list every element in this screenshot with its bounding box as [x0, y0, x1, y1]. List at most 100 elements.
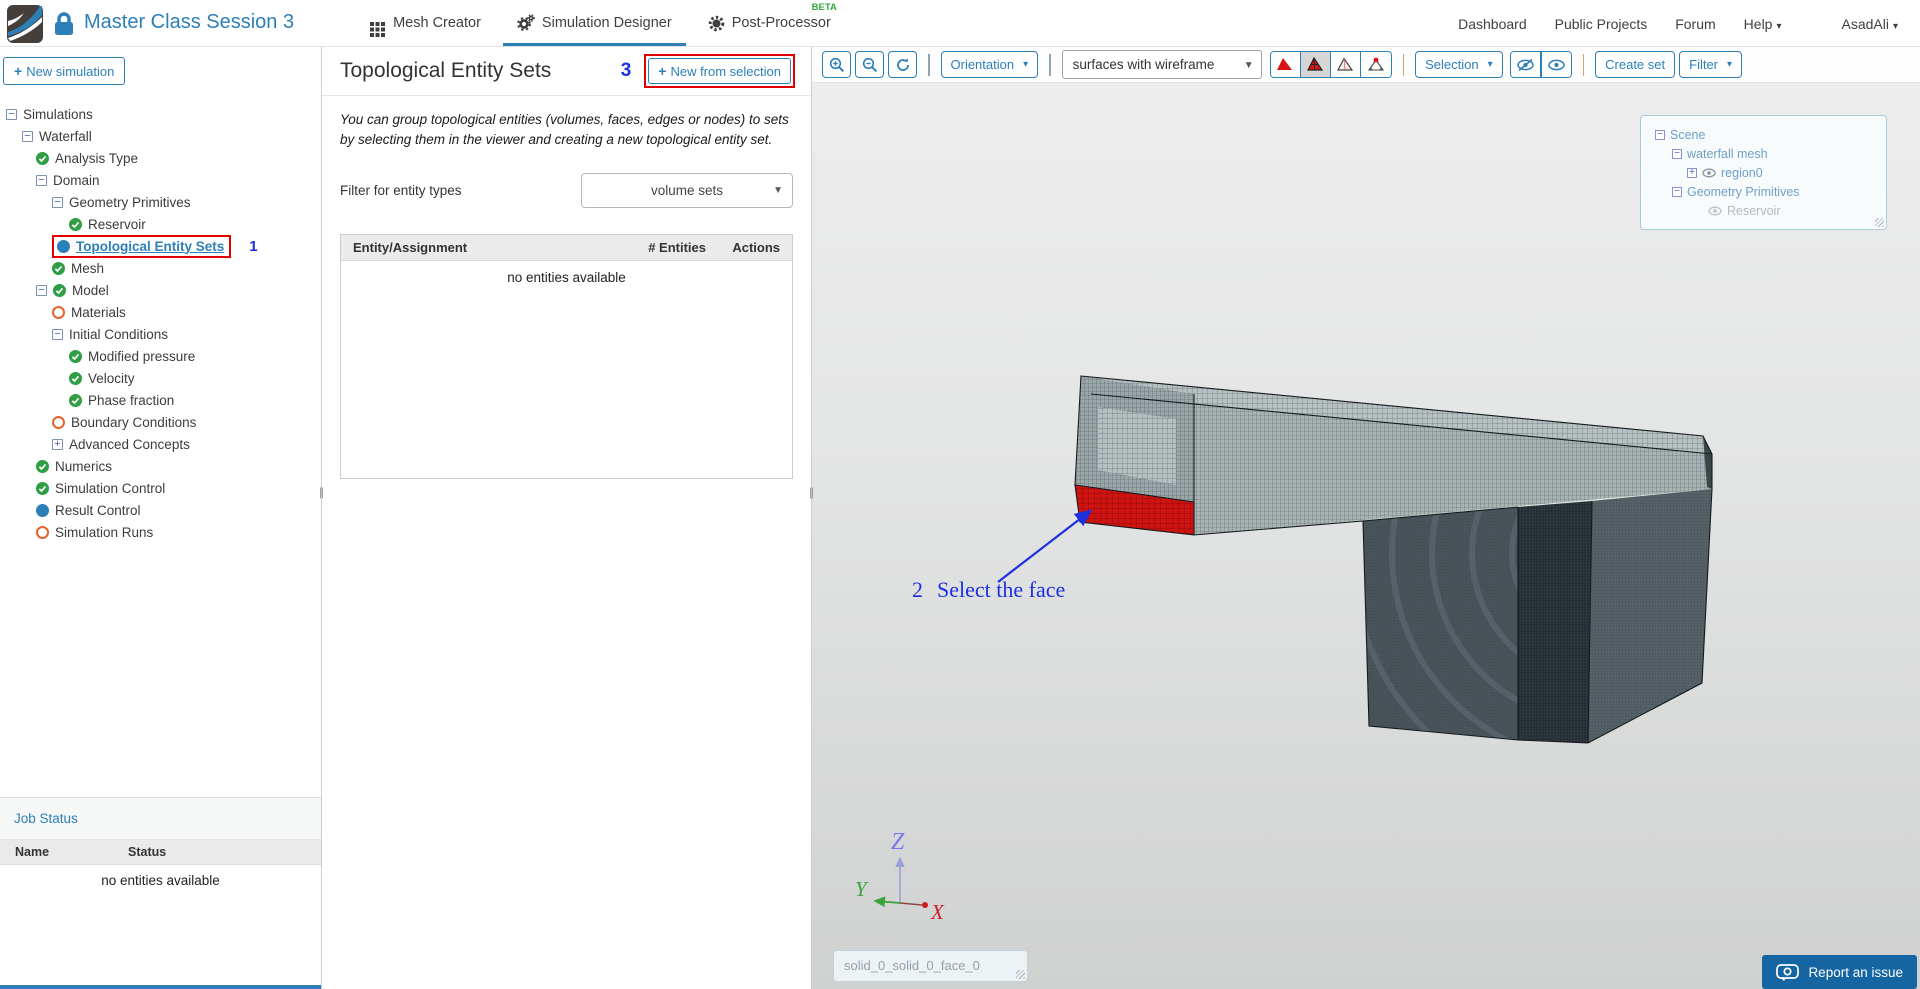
tree-item-domain[interactable]: − Domain [0, 169, 321, 191]
mode-surfaces-button[interactable] [1270, 52, 1301, 77]
tree-item-materials[interactable]: Materials [0, 301, 321, 323]
gears-icon [517, 14, 535, 31]
eye-slash-icon [1516, 58, 1534, 71]
viewer-canvas[interactable]: Z Y X 2 Select the face − Scene − waterfall… [812, 83, 1920, 989]
tree-expander-icon[interactable]: − [36, 284, 47, 296]
tree-expander-icon[interactable]: − [52, 196, 63, 208]
mode-wireframe-button[interactable] [1330, 52, 1361, 77]
scene-item-region0[interactable]: + region0 [1649, 163, 1878, 182]
new-simulation-button[interactable]: + New simulation [3, 57, 126, 85]
axis-x-label: X [930, 900, 945, 924]
sidebar-resize-handle[interactable]: ∥ [318, 479, 325, 505]
tree-item-initial-conditions[interactable]: − Initial Conditions [0, 323, 321, 345]
status-complete-icon [36, 151, 49, 165]
mode-surfaces-wireframe-button[interactable] [1300, 52, 1331, 77]
tree-item-label: Domain [53, 172, 100, 188]
tree-item-simulation-control[interactable]: Simulation Control [0, 477, 321, 499]
help-menu[interactable]: Help ▾ [1744, 16, 1782, 32]
nav-link-dashboard[interactable]: Dashboard [1458, 16, 1527, 32]
tab-mesh-creator[interactable]: Mesh Creator [352, 0, 499, 46]
tree-item-modified-pressure[interactable]: Modified pressure [0, 345, 321, 367]
tree-expander-icon[interactable]: − [22, 130, 33, 142]
tree-expander-icon[interactable]: + [1687, 167, 1697, 178]
zoom-out-button[interactable] [855, 51, 884, 78]
tab-post-processor[interactable]: Post-Processor BETA [690, 0, 849, 46]
tree-item-label: Model [72, 282, 109, 298]
tree-expander-icon[interactable]: − [1655, 129, 1665, 140]
reset-view-button[interactable] [888, 51, 917, 78]
resize-handle-icon[interactable] [1016, 970, 1025, 979]
toolbar-divider [1402, 53, 1405, 76]
tree-expander-icon[interactable]: − [36, 174, 47, 186]
scene-item-scene[interactable]: − Scene [1649, 125, 1878, 144]
tree-item-label: Advanced Concepts [69, 436, 190, 452]
new-from-selection-button[interactable]: + New from selection [648, 58, 791, 84]
chevron-down-icon: ▼ [1243, 60, 1254, 71]
scene-item-reservoir[interactable]: Reservoir [1649, 201, 1878, 220]
show-selection-button[interactable] [1540, 52, 1571, 77]
tree-item-numerics[interactable]: Numerics [0, 455, 321, 477]
user-menu[interactable]: AsadAli ▾ [1842, 16, 1899, 32]
mesh-left-end-face[interactable] [1075, 376, 1194, 502]
tree-expander-icon[interactable]: − [52, 328, 63, 340]
tree-item-label: Initial Conditions [69, 326, 169, 342]
tree-item-simulation-runs[interactable]: Simulation Runs [0, 521, 321, 543]
hide-selection-button[interactable] [1510, 52, 1541, 77]
job-status-empty: no entities available [0, 865, 321, 985]
toolbar-divider [928, 53, 930, 76]
mesh-lower-right-face[interactable] [1588, 489, 1712, 743]
render-mode-select[interactable]: surfaces with wireframe ▼ [1061, 50, 1262, 79]
post-processor-icon [708, 15, 724, 31]
scene-item-waterfall-mesh[interactable]: − waterfall mesh [1649, 144, 1878, 163]
tree-item-boundary-conditions[interactable]: Boundary Conditions [0, 411, 321, 433]
tree-item-geometry-primitives[interactable]: − Geometry Primitives [0, 191, 321, 213]
zoom-in-button[interactable] [822, 51, 851, 78]
nav-link-public-projects[interactable]: Public Projects [1555, 16, 1648, 32]
entity-sets-table: Entity/Assignment # Entities Actions no … [340, 234, 793, 480]
tree-item-mesh[interactable]: Mesh [0, 257, 321, 279]
eye-icon[interactable] [1702, 168, 1716, 178]
lock-icon [55, 12, 73, 35]
status-selected-icon [57, 239, 70, 253]
panel-description: You can group topological entities (volu… [340, 112, 789, 147]
grid-icon [370, 21, 375, 26]
axis-z-label: Z [891, 829, 905, 855]
selection-button[interactable]: Selection ▾ [1415, 51, 1503, 78]
filter-button[interactable]: Filter ▾ [1679, 51, 1743, 78]
tree-item-advanced-concepts[interactable]: + Advanced Concepts [0, 433, 321, 455]
nav-link-forum[interactable]: Forum [1675, 16, 1715, 32]
plus-icon: + [14, 63, 23, 79]
resize-handle-icon[interactable] [1875, 218, 1884, 227]
tree-item-velocity[interactable]: Velocity [0, 367, 321, 389]
entity-type-select[interactable]: volume sets ▼ [581, 173, 793, 209]
tree-item-reservoir[interactable]: Reservoir [0, 213, 321, 235]
tab-simulation-designer[interactable]: Simulation Designer [499, 0, 690, 46]
tree-expander-icon[interactable]: − [1672, 148, 1682, 159]
selection-name-box[interactable]: solid_0_solid_0_face_0 [833, 950, 1028, 982]
mesh-lower-middle-face[interactable] [1518, 501, 1592, 743]
panel-resize-handle[interactable]: ∥ [808, 479, 815, 505]
tree-item-model[interactable]: − Model [0, 279, 321, 301]
report-issue-button[interactable]: Report an issue [1762, 955, 1917, 989]
mode-points-button[interactable] [1360, 52, 1391, 77]
tree-item-result-control[interactable]: Result Control [0, 499, 321, 521]
status-pending-icon [52, 415, 65, 429]
annotation-box-3: + New from selection [644, 54, 795, 88]
tree-item-topological-entity-sets[interactable]: Topological Entity Sets 1 [0, 234, 321, 258]
tree-item-phase-fraction[interactable]: Phase fraction [0, 389, 321, 411]
scene-item-geometry-primitives[interactable]: − Geometry Primitives [1649, 182, 1878, 201]
tree-expander-icon[interactable]: − [1672, 186, 1682, 197]
tree-expander-icon[interactable]: − [6, 108, 17, 120]
tree-expander-icon[interactable]: + [52, 438, 63, 450]
annotation-number-2: 2 [912, 577, 923, 602]
wireframe-triangle-icon [1307, 57, 1324, 71]
orientation-button[interactable]: Orientation ▾ [940, 51, 1039, 78]
create-set-button[interactable]: Create set [1595, 51, 1676, 78]
scene-tree-panel: − Scene − waterfall mesh + region0− Geometry P… [1640, 115, 1887, 230]
camera-icon [1776, 963, 1800, 981]
axis-gizmo: Z Y X [855, 829, 945, 924]
tree-item-simulations[interactable]: − Simulations [0, 103, 321, 125]
eye-icon[interactable] [1708, 206, 1722, 216]
tree-item-analysis-type[interactable]: Analysis Type [0, 147, 321, 169]
tree-item-waterfall[interactable]: − Waterfall [0, 125, 321, 147]
